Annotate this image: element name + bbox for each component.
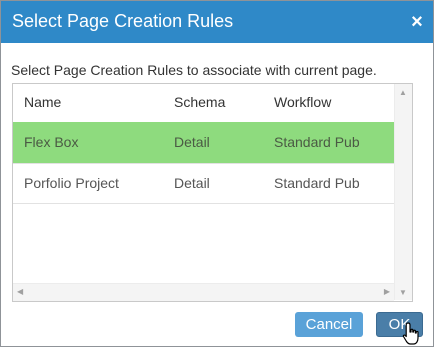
dialog-title: Select Page Creation Rules — [12, 11, 234, 31]
instructions-text: Select Page Creation Rules to associate … — [11, 62, 377, 78]
row-schema-cell: Detail — [174, 134, 210, 150]
cancel-button[interactable]: Cancel — [295, 312, 363, 337]
rules-grid: Name Schema Workflow Flex Box Detail Sta… — [12, 83, 413, 302]
scroll-right-arrow-icon[interactable]: ▶ — [384, 288, 390, 296]
scroll-left-arrow-icon[interactable]: ◀ — [17, 288, 23, 296]
scroll-down-arrow-icon[interactable]: ▼ — [399, 289, 407, 297]
dialog-titlebar: Select Page Creation Rules × — [1, 1, 433, 43]
column-header-name[interactable]: Name — [24, 94, 61, 110]
table-row[interactable]: Porfolio Project Detail Standard Pub — [13, 163, 394, 204]
close-icon[interactable]: × — [409, 12, 425, 32]
row-workflow-cell: Standard Pub — [274, 134, 360, 150]
row-name-cell: Porfolio Project — [24, 175, 119, 191]
row-divider — [13, 203, 394, 204]
horizontal-scrollbar[interactable]: ◀ ▶ — [13, 283, 394, 301]
select-page-creation-rules-dialog: Select Page Creation Rules × Select Page… — [0, 0, 434, 347]
grid-header: Name Schema Workflow — [13, 84, 394, 122]
row-name-cell: Flex Box — [24, 134, 79, 150]
row-workflow-cell: Standard Pub — [274, 175, 360, 191]
row-schema-cell: Detail — [174, 175, 210, 191]
table-row[interactable]: Flex Box Detail Standard Pub — [13, 122, 394, 163]
vertical-scrollbar[interactable]: ▲ ▼ — [394, 84, 412, 300]
column-header-workflow[interactable]: Workflow — [274, 94, 331, 110]
column-header-schema[interactable]: Schema — [174, 94, 225, 110]
scroll-up-arrow-icon[interactable]: ▲ — [399, 89, 407, 97]
hand-pointer-icon — [402, 322, 419, 345]
